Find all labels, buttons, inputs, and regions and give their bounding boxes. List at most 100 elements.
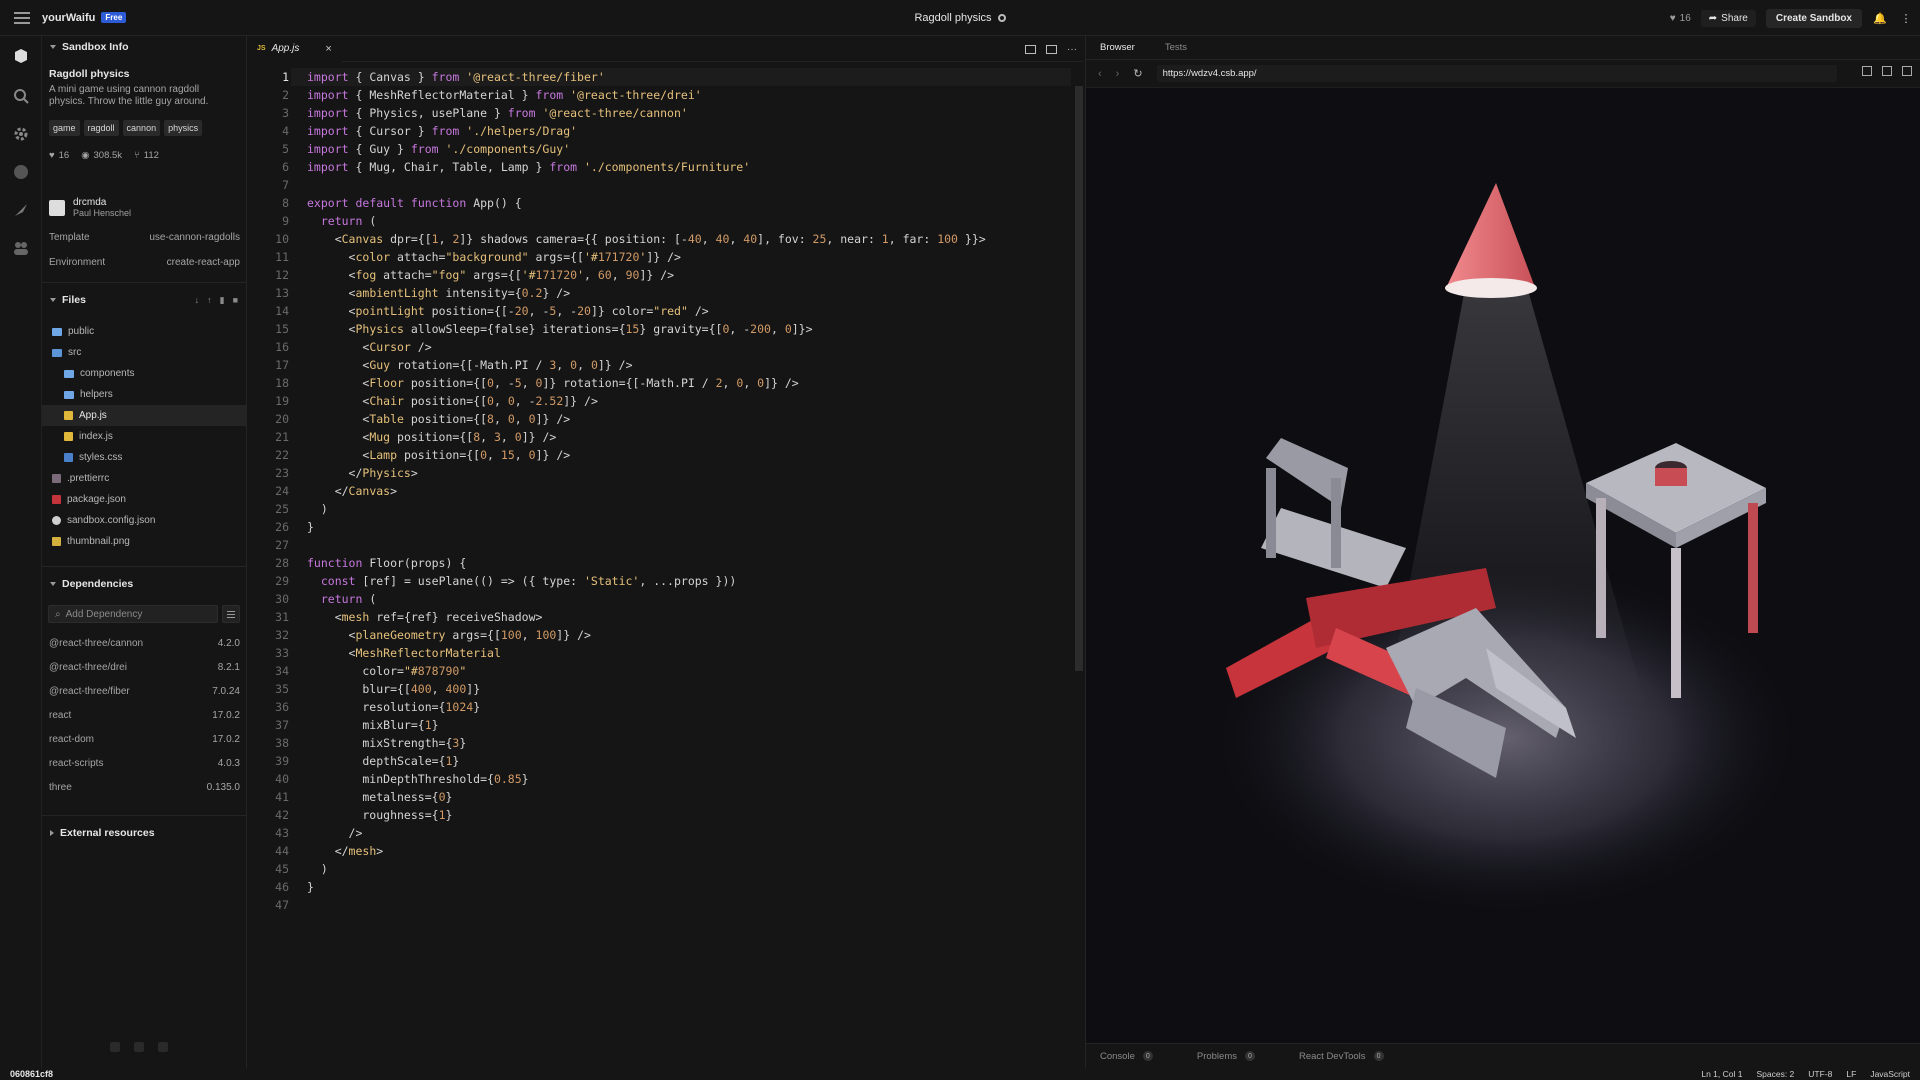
template-value[interactable]: use-cannon-ragdolls <box>149 232 240 243</box>
rocket-icon[interactable] <box>13 202 29 218</box>
file-tree-item[interactable]: index.js <box>42 426 246 447</box>
code-line[interactable]: ​ <box>307 896 986 914</box>
code-line[interactable]: metalness={0} <box>307 788 986 806</box>
code-line[interactable]: <Cursor /> <box>307 338 986 356</box>
code-line[interactable]: <Table position={[8, 0, 0]} /> <box>307 410 986 428</box>
file-tree-item[interactable]: src <box>42 342 246 363</box>
code-line[interactable]: <Floor position={[0, -5, 0]} rotation={[… <box>307 374 986 392</box>
twitter-icon[interactable] <box>110 1042 120 1052</box>
file-tree-item[interactable]: public <box>42 321 246 342</box>
code-line[interactable]: <Chair position={[0, 0, -2.52]} /> <box>307 392 986 410</box>
code-line[interactable]: import { Physics, usePlane } from '@reac… <box>307 104 986 122</box>
indentation[interactable]: Spaces: 2 <box>1756 1069 1794 1079</box>
code-line[interactable]: color="#878790" <box>307 662 986 680</box>
discord-icon[interactable] <box>158 1042 168 1052</box>
code-line[interactable]: export default function App() { <box>307 194 986 212</box>
split-view-icon[interactable] <box>1025 44 1036 54</box>
file-tree-item[interactable]: components <box>42 363 246 384</box>
hamburger-menu-icon[interactable] <box>14 11 30 24</box>
new-file-icon[interactable]: ▮ <box>220 295 225 306</box>
editor-scrollbar[interactable] <box>1075 86 1083 671</box>
tag-cannon[interactable]: cannon <box>122 120 161 136</box>
code-line[interactable]: ​ <box>307 536 986 554</box>
close-icon[interactable]: × <box>325 43 331 55</box>
code-line[interactable]: <Guy rotation={[-Math.PI / 3, 0, 0]} /> <box>307 356 986 374</box>
dependency-row[interactable]: @react-three/fiber 7.0.24 <box>42 679 246 703</box>
code-line[interactable]: <Physics allowSleep={false} iterations={… <box>307 320 986 338</box>
github-icon[interactable] <box>13 164 29 180</box>
dependency-row[interactable]: @react-three/cannon 4.2.0 <box>42 631 246 655</box>
code-line[interactable]: ) <box>307 860 986 878</box>
code-line[interactable]: blur={[400, 400]} <box>307 680 986 698</box>
tab-tests[interactable]: Tests <box>1165 42 1187 53</box>
line-ending[interactable]: LF <box>1846 1069 1856 1079</box>
dependency-row[interactable]: react 17.0.2 <box>42 703 246 727</box>
tag-physics[interactable]: physics <box>164 120 203 136</box>
code-line[interactable]: </Canvas> <box>307 482 986 500</box>
new-window-icon[interactable] <box>1902 66 1912 76</box>
dependency-version[interactable]: 0.135.0 <box>207 782 240 793</box>
code-line[interactable]: import { Guy } from './components/Guy' <box>307 140 986 158</box>
search-icon[interactable] <box>13 88 29 104</box>
notifications-bell-icon[interactable]: 🔔 <box>1872 10 1888 26</box>
code-line[interactable]: mixStrength={3} <box>307 734 986 752</box>
code-line[interactable]: mixBlur={1} <box>307 716 986 734</box>
code-line[interactable]: } <box>307 878 986 896</box>
like-button[interactable]: ♥ 16 <box>1670 13 1691 24</box>
code-area[interactable]: 1 2 3 4 5 6 7 8 9 10 11 12 13 14 15 16 17 18 19 20 21 22 23 24 2… <box>247 62 1083 1068</box>
create-sandbox-button[interactable]: Create Sandbox <box>1765 8 1862 28</box>
file-tree-item[interactable]: package.json <box>42 489 246 510</box>
dependency-row[interactable]: react-dom 17.0.2 <box>42 727 246 751</box>
code-line[interactable]: ) <box>307 500 986 518</box>
code-line[interactable]: <planeGeometry args={[100, 100]} /> <box>307 626 986 644</box>
dependency-list-icon[interactable] <box>222 605 240 623</box>
code-line[interactable]: <MeshReflectorMaterial <box>307 644 986 662</box>
code-line[interactable]: <Mug position={[8, 3, 0]} /> <box>307 428 986 446</box>
dependency-version[interactable]: 8.2.1 <box>218 662 240 673</box>
language-mode[interactable]: JavaScript <box>1870 1069 1910 1079</box>
code-line[interactable]: const [ref] = usePlane(() => ({ type: 'S… <box>307 572 986 590</box>
code-line[interactable]: return ( <box>307 590 986 608</box>
author[interactable]: drcmda Paul Henschel <box>49 197 240 218</box>
code-line[interactable]: import { Mug, Chair, Table, Lamp } from … <box>307 158 986 176</box>
code-line[interactable]: </mesh> <box>307 842 986 860</box>
code-line[interactable]: /> <box>307 824 986 842</box>
privacy-icon[interactable] <box>997 14 1006 22</box>
code-line[interactable]: ​ <box>307 176 986 194</box>
more-icon[interactable]: ··· <box>1067 44 1077 55</box>
download-icon[interactable]: ↓ <box>195 295 200 306</box>
code-line[interactable]: function Floor(props) { <box>307 554 986 572</box>
file-tree-item[interactable]: helpers <box>42 384 246 405</box>
external-resources-header[interactable]: External resources <box>42 822 246 844</box>
upload-icon[interactable]: ↑ <box>207 295 212 306</box>
tab-app-js[interactable]: JS App.js × <box>247 35 342 62</box>
files-header[interactable]: Files ↓ ↑ ▮ ■ <box>42 289 246 311</box>
cursor-position[interactable]: Ln 1, Col 1 <box>1701 1069 1742 1079</box>
code-line[interactable]: import { Canvas } from '@react-three/fib… <box>307 68 986 86</box>
dependency-version[interactable]: 4.2.0 <box>218 638 240 649</box>
tab-browser[interactable]: Browser <box>1100 42 1135 53</box>
code-line[interactable]: minDepthThreshold={0.85} <box>307 770 986 788</box>
sandbox-info-header[interactable]: Sandbox Info <box>42 36 246 58</box>
code-line[interactable]: depthScale={1} <box>307 752 986 770</box>
devtools-tab[interactable]: React DevTools 0 <box>1299 1051 1384 1062</box>
code-line[interactable]: } <box>307 518 986 536</box>
layout-icon[interactable] <box>1046 44 1057 54</box>
sandbox-title[interactable]: Ragdoll physics <box>914 12 991 24</box>
code-line[interactable]: <fog attach="fog" args={['#171720', 60, … <box>307 266 986 284</box>
dependency-row[interactable]: three 0.135.0 <box>42 775 246 799</box>
code-line[interactable]: import { Cursor } from './helpers/Drag' <box>307 122 986 140</box>
github-icon[interactable] <box>134 1042 144 1052</box>
cube-icon[interactable] <box>13 48 29 64</box>
gear-icon[interactable] <box>13 126 29 142</box>
code-content[interactable]: import { Canvas } from '@react-three/fib… <box>307 68 986 914</box>
code-line[interactable]: <mesh ref={ref} receiveShadow> <box>307 608 986 626</box>
code-line[interactable]: return ( <box>307 212 986 230</box>
users-icon[interactable] <box>13 240 29 256</box>
file-tree-item[interactable]: sandbox.config.json <box>42 510 246 531</box>
tag-ragdoll[interactable]: ragdoll <box>83 120 119 136</box>
share-button[interactable]: ➦ Share <box>1700 9 1756 27</box>
code-line[interactable]: resolution={1024} <box>307 698 986 716</box>
code-line[interactable]: <Canvas dpr={[1, 2]} shadows camera={{ p… <box>307 230 986 248</box>
problems-tab[interactable]: Problems 0 <box>1197 1051 1255 1062</box>
